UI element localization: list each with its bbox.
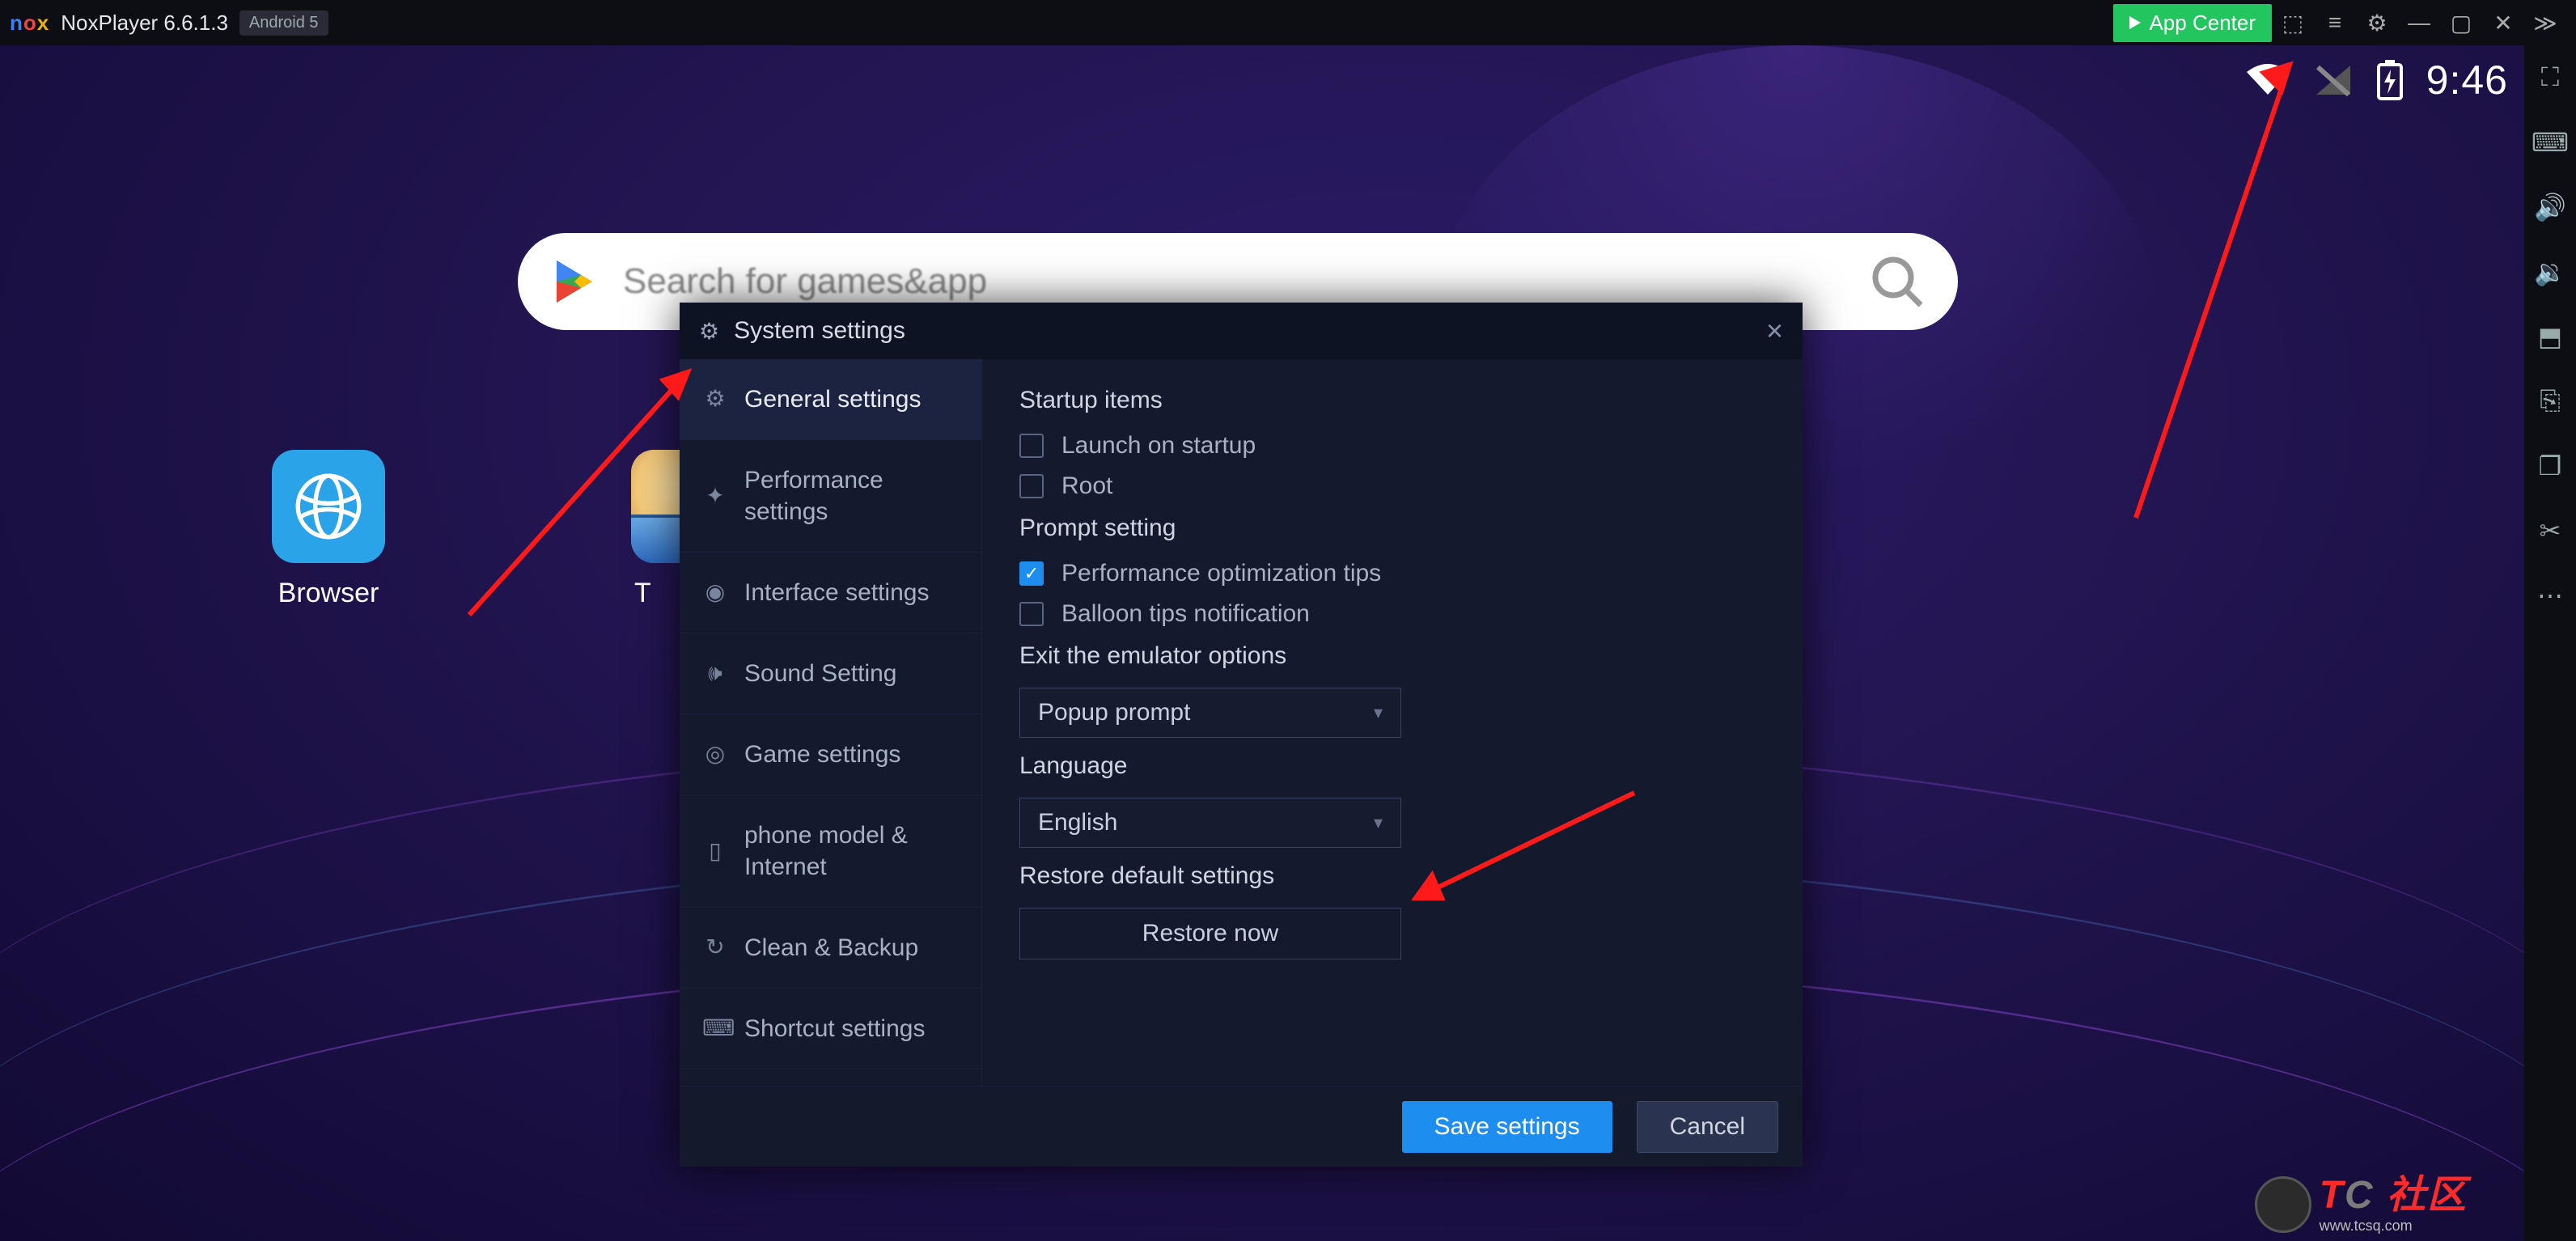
hamburger-menu-icon[interactable]: ≡ <box>2314 0 2356 45</box>
language-select[interactable]: English▾ <box>1019 798 1401 848</box>
dialog-title: System settings <box>734 317 905 345</box>
extension-icon[interactable]: ⬚ <box>2272 0 2314 45</box>
search-input[interactable] <box>623 261 1869 302</box>
refresh-icon: ↻ <box>702 933 728 962</box>
prompt-setting-heading: Prompt setting <box>1019 515 1765 542</box>
sparkle-icon: ✦ <box>702 481 728 510</box>
browser-tile <box>272 450 385 563</box>
watermark: TC 社区 www.tcsq.com <box>2255 1176 2468 1233</box>
target-icon: ◎ <box>702 739 728 769</box>
nav-general-settings[interactable]: ⚙General settings <box>680 359 981 440</box>
balloon-tips-checkbox[interactable]: Balloon tips notification <box>1019 600 1765 628</box>
save-settings-button[interactable]: Save settings <box>1402 1101 1612 1153</box>
exit-option-select[interactable]: Popup prompt▾ <box>1019 688 1401 738</box>
eye-icon: ◉ <box>702 578 728 607</box>
phone-icon: ▯ <box>702 837 728 866</box>
system-settings-dialog: ⚙ System settings × ⚙General settings ✦P… <box>680 303 1803 1167</box>
dialog-header: ⚙ System settings × <box>680 303 1803 359</box>
keyboard-map-icon[interactable]: ⌨ <box>2534 126 2566 159</box>
app-center-label: App Center <box>2149 11 2256 36</box>
exit-options-heading: Exit the emulator options <box>1019 642 1765 670</box>
nav-shortcut-settings[interactable]: ⌨Shortcut settings <box>680 989 981 1069</box>
screenshot-icon[interactable]: ✂ <box>2534 515 2566 547</box>
chevron-down-icon: ▾ <box>1374 812 1383 833</box>
nav-game-settings[interactable]: ◎Game settings <box>680 714 981 795</box>
volume-down-icon[interactable]: 🔉 <box>2534 256 2566 288</box>
close-window-button[interactable]: ✕ <box>2482 0 2524 45</box>
browser-app-icon[interactable]: Browser <box>264 450 393 609</box>
battery-charging-icon <box>2376 60 2404 100</box>
settings-nav: ⚙General settings ✦Performance settings … <box>680 359 982 1086</box>
apk-install-icon[interactable]: ⬒ <box>2534 320 2566 353</box>
keyboard-icon: ⌨ <box>702 1014 728 1043</box>
restore-heading: Restore default settings <box>1019 862 1765 890</box>
nav-sound-setting[interactable]: 🕪Sound Setting <box>680 633 981 714</box>
android-version-badge: Android 5 <box>239 11 328 36</box>
gear-icon: ⚙ <box>699 318 719 345</box>
dialog-footer: Save settings Cancel <box>680 1086 1803 1167</box>
right-toolbar: ⛶ ⌨ 🔊 🔉 ⬒ ⎘ ❐ ✂ ⋯ <box>2524 45 2576 1241</box>
cancel-button[interactable]: Cancel <box>1637 1101 1778 1153</box>
launch-on-startup-checkbox[interactable]: Launch on startup <box>1019 432 1765 460</box>
chevron-down-icon: ▾ <box>1374 702 1383 723</box>
wifi-icon <box>2245 62 2290 98</box>
watermark-icon <box>2255 1176 2311 1233</box>
more-tools-icon[interactable]: ⋯ <box>2534 579 2566 612</box>
minimize-button[interactable]: — <box>2398 0 2440 45</box>
puzzle-icon: ⚙ <box>702 384 728 413</box>
language-heading: Language <box>1019 752 1765 780</box>
window-titlebar: nox NoxPlayer 6.6.1.3 Android 5 App Cent… <box>0 0 2576 45</box>
play-icon <box>2129 16 2141 29</box>
nav-interface-settings[interactable]: ◉Interface settings <box>680 553 981 633</box>
google-play-icon <box>550 257 599 306</box>
status-clock: 9:46 <box>2426 57 2508 104</box>
performance-tips-checkbox[interactable]: ✓Performance optimization tips <box>1019 560 1765 587</box>
collapse-sidebar-button[interactable]: ≫ <box>2524 0 2566 45</box>
volume-up-icon[interactable]: 🔊 <box>2534 191 2566 223</box>
app-title: NoxPlayer 6.6.1.3 <box>61 11 228 36</box>
settings-content: Startup items Launch on startup Root Pro… <box>982 359 1803 1086</box>
restore-now-button[interactable]: Restore now <box>1019 908 1401 959</box>
nox-logo: nox <box>10 11 49 36</box>
search-icon[interactable] <box>1869 253 1926 310</box>
emulator-screen: 9:46 Browser T ⚙ System <box>0 45 2524 1241</box>
app-center-button[interactable]: App Center <box>2113 4 2272 42</box>
multi-instance-icon[interactable]: ❐ <box>2534 450 2566 482</box>
browser-label: Browser <box>264 578 393 609</box>
settings-gear-icon[interactable]: ⚙ <box>2356 0 2398 45</box>
nav-performance-settings[interactable]: ✦Performance settings <box>680 440 981 553</box>
nav-clean-backup[interactable]: ↻Clean & Backup <box>680 908 981 989</box>
root-checkbox[interactable]: Root <box>1019 472 1765 500</box>
dialog-close-button[interactable]: × <box>1766 314 1783 348</box>
file-share-icon[interactable]: ⎘ <box>2534 385 2566 417</box>
sound-icon: 🕪 <box>702 659 728 688</box>
no-signal-icon <box>2313 62 2354 98</box>
android-status-bar: 9:46 <box>2245 57 2508 104</box>
fullscreen-icon[interactable]: ⛶ <box>2534 61 2566 94</box>
startup-items-heading: Startup items <box>1019 387 1765 414</box>
nav-phone-model[interactable]: ▯phone model & Internet <box>680 795 981 908</box>
maximize-button[interactable]: ▢ <box>2440 0 2482 45</box>
